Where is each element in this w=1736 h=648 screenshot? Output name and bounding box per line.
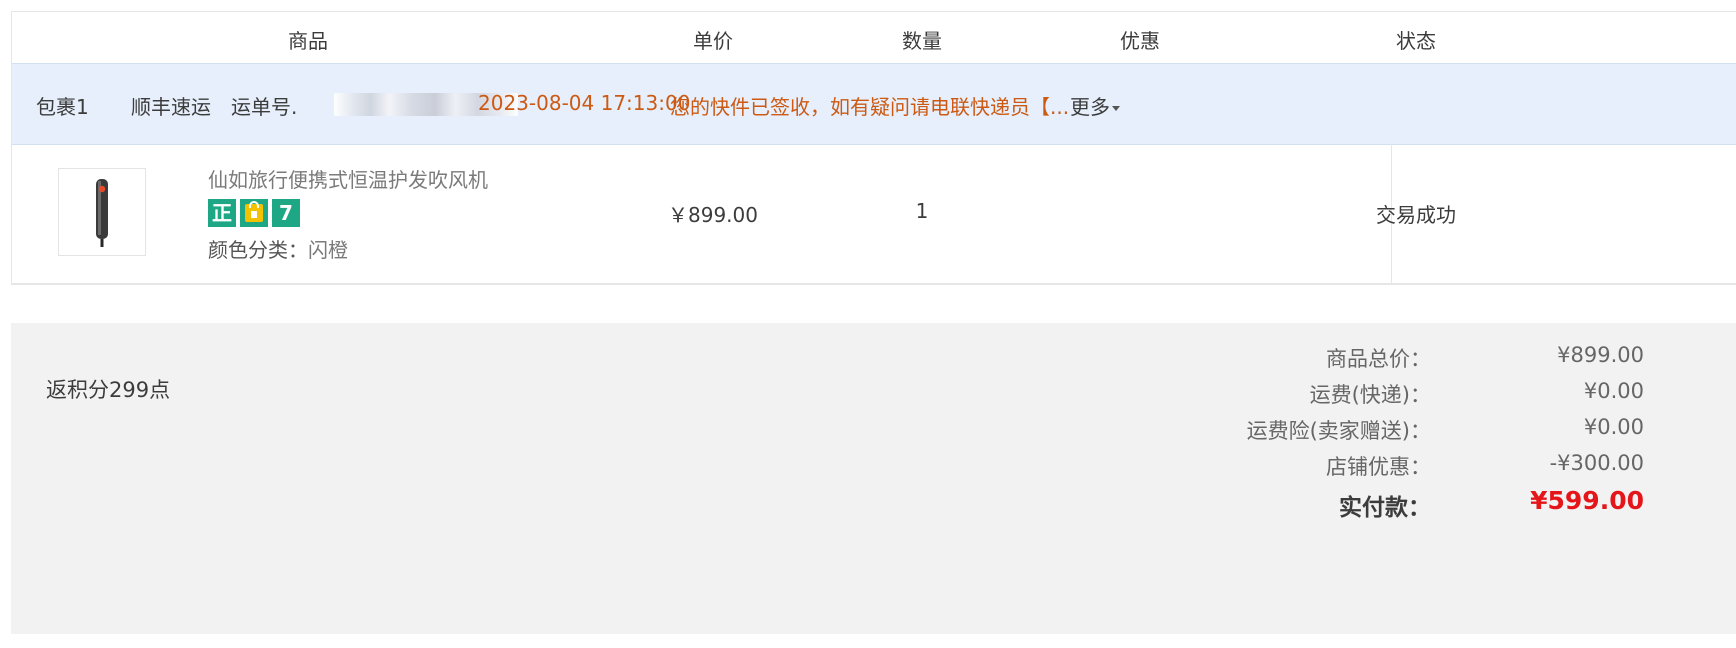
total-paid-value: ¥599.00 [1530,486,1644,515]
hair-dryer-image [96,179,108,247]
carrier-name: 顺丰速运 [131,95,211,119]
shopping-bag-badge-icon[interactable] [240,199,268,227]
item-quantity: 1 [915,199,929,223]
tracking-label: 运单号. [231,95,298,119]
bag-glyph [245,201,263,222]
product-title-link[interactable]: 仙如旅行便携式恒温护发吹风机 [208,164,488,193]
sku-label: 颜色分类： [208,238,308,262]
package-row: 包裹1 顺丰速运 运单号. 2023-08-04 17:13:00 您的快件已签… [12,63,1736,145]
shipping-label: 运费(快递)： [1309,383,1431,407]
reward-points: 返积分299点 [46,378,171,402]
item-unit-price: ￥899.00 [668,203,758,227]
store-discount-value: -¥300.00 [1549,451,1644,475]
table-header: 商品 单价 数量 优惠 状态 [12,12,1736,62]
shipping-insurance-value: ¥0.00 [1583,415,1644,439]
sku-value: 闪橙 [308,238,348,262]
order-summary: 返积分299点 商品总价： ¥899.00 运费(快递)： ¥0.00 运费险(… [11,323,1736,634]
shipping-insurance-label: 运费险(卖家赠送)： [1246,419,1431,443]
header-product: 商品 [288,29,328,53]
genuine-badge-icon[interactable]: 正 [208,199,236,227]
header-quantity: 数量 [902,29,942,53]
header-discount: 优惠 [1120,29,1160,53]
shipping-value: ¥0.00 [1583,379,1644,403]
product-thumbnail[interactable] [58,168,146,256]
order-table: 商品 单价 数量 优惠 状态 包裹1 顺丰速运 运单号. 2023-08-04 … [11,11,1736,285]
tracking-message[interactable]: 您的快件已签收，如有疑问请电联快递员【... [670,91,1069,120]
seven-day-return-badge-icon[interactable]: 7 [272,199,300,227]
order-status: 交易成功 [1376,203,1456,227]
subtotal-value: ¥899.00 [1557,343,1644,367]
tracking-timestamp: 2023-08-04 17:13:00 [478,91,691,115]
product-sku: 颜色分类：闪橙 [208,234,348,263]
more-tracking-button[interactable]: 更多 [1070,91,1120,120]
header-unit-price: 单价 [693,29,733,53]
store-discount-label: 店铺优惠： [1326,455,1431,479]
item-row: 仙如旅行便携式恒温护发吹风机 正 7 颜色分类：闪橙 ￥899.00 1 交易成… [12,144,1736,284]
header-status: 状态 [1396,29,1436,53]
more-label: 更多 [1070,95,1110,119]
total-paid-label: 实付款： [1339,495,1431,521]
chevron-down-icon [1112,106,1120,111]
subtotal-label: 商品总价： [1326,347,1431,371]
package-name: 包裹1 [36,95,89,119]
